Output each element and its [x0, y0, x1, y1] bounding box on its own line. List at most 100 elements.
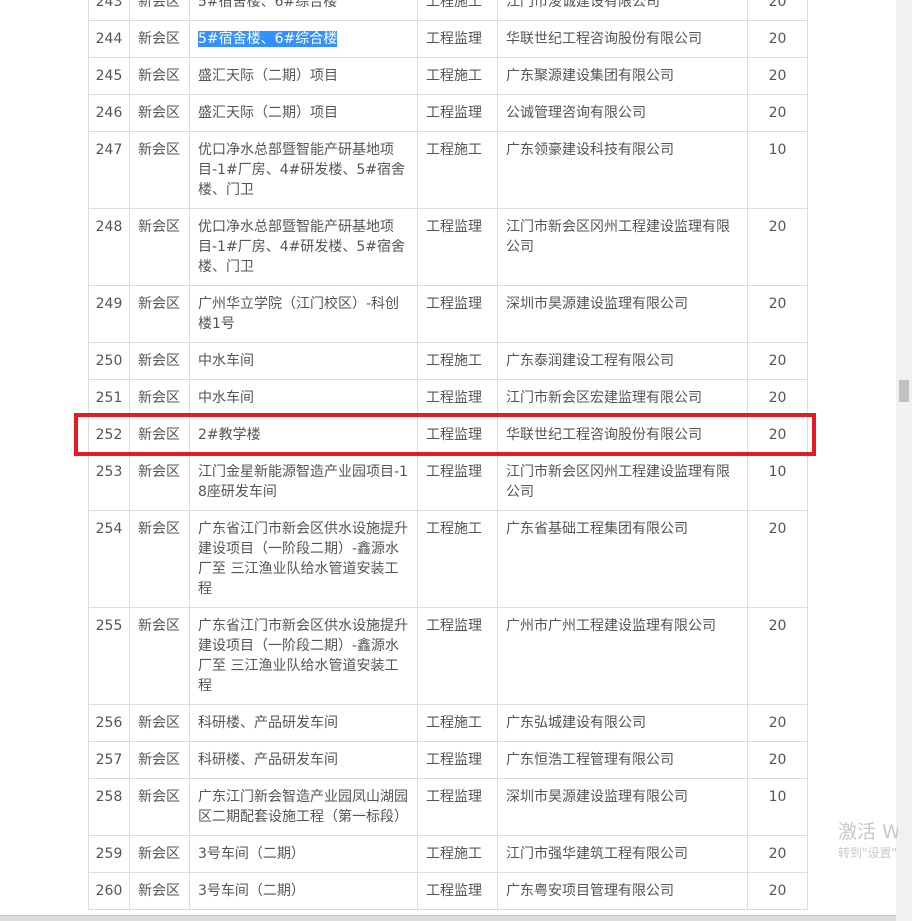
district-cell: 新会区 [129, 607, 190, 705]
score-cell: 20 [747, 342, 808, 380]
district-cell: 新会区 [129, 510, 190, 608]
table-row: 247 新会区 优口净水总部暨智能产研基地项目-1#厂房、4#研发楼、5#宿舍楼、门… [88, 131, 808, 209]
district-cell: 新会区 [129, 835, 190, 873]
row-number: 244 [88, 20, 130, 58]
table-row: 257 新会区 科研楼、产品研发车间 工程监理 广东恒浩工程管理有限公司 20 [88, 741, 808, 779]
project-name-cell: 江门金星新能源智造产业园项目-18座研发车间 [189, 453, 418, 511]
project-name-cell: 5#宿舍楼、6#综合楼 [189, 0, 418, 21]
company-cell: 广东省基础工程集团有限公司 [497, 510, 748, 608]
project-name-cell: 广东江门新会智造产业园凤山湖园区二期配套设施工程（第一标段） [189, 778, 418, 836]
table-row: 259 新会区 3号车间（二期） 工程施工 江门市强华建筑工程有限公司 20 [88, 835, 808, 873]
score-cell: 20 [747, 94, 808, 132]
district-cell: 新会区 [129, 342, 190, 380]
work-type-cell: 工程监理 [417, 208, 498, 286]
work-type-cell: 工程施工 [417, 0, 498, 21]
project-name-cell: 中水车间 [189, 342, 418, 380]
company-cell: 广州市广州工程建设监理有限公司 [497, 607, 748, 705]
company-cell: 广东恒浩工程管理有限公司 [497, 741, 748, 779]
project-name-cell: 3号车间（二期） [189, 835, 418, 873]
activate-windows-watermark: 激活 Windows 转到"设置"以激活 Windows。 [838, 820, 898, 862]
score-cell: 20 [747, 20, 808, 58]
table-row: 244 新会区 5#宿舍楼、6#综合楼 工程监理 华联世纪工程咨询股份有限公司 20 [88, 20, 808, 58]
table-row: 243 新会区 5#宿舍楼、6#综合楼 工程施工 江门市浚诚建设有限公司 20 [88, 0, 808, 21]
project-name-cell: 科研楼、产品研发车间 [189, 741, 418, 779]
work-type-cell: 工程监理 [417, 20, 498, 58]
company-cell: 深圳市昊源建设监理有限公司 [497, 285, 748, 343]
table-row: 246 新会区 盛汇天际（二期）项目 工程监理 公诚管理咨询有限公司 20 [88, 94, 808, 132]
district-cell: 新会区 [129, 94, 190, 132]
district-cell: 新会区 [129, 416, 190, 454]
district-cell: 新会区 [129, 379, 190, 417]
score-cell: 20 [747, 208, 808, 286]
page-viewport: 243 新会区 5#宿舍楼、6#综合楼 工程施工 江门市浚诚建设有限公司 20 244 新会区… [0, 0, 896, 921]
table-row: 248 新会区 优口净水总部暨智能产研基地项目-1#厂房、4#研发楼、5#宿舍楼、门… [88, 208, 808, 286]
score-cell: 10 [747, 778, 808, 836]
project-name-cell: 广州华立学院（江门校区）-科创楼1号 [189, 285, 418, 343]
row-number: 247 [88, 131, 130, 209]
score-cell: 20 [747, 510, 808, 608]
row-number: 253 [88, 453, 130, 511]
project-name-cell: 科研楼、产品研发车间 [189, 704, 418, 742]
work-type-cell: 工程施工 [417, 57, 498, 95]
row-number: 243 [88, 0, 130, 21]
work-type-cell: 工程监理 [417, 741, 498, 779]
work-type-cell: 工程监理 [417, 607, 498, 705]
work-type-cell: 工程监理 [417, 416, 498, 454]
district-cell: 新会区 [129, 872, 190, 910]
work-type-cell: 工程监理 [417, 453, 498, 511]
company-cell: 广东泰润建设工程有限公司 [497, 342, 748, 380]
score-cell: 10 [747, 453, 808, 511]
table-row: 258 新会区 广东江门新会智造产业园凤山湖园区二期配套设施工程（第一标段） 工程监理… [88, 778, 808, 836]
work-type-cell: 工程施工 [417, 835, 498, 873]
score-cell: 20 [747, 57, 808, 95]
selected-text: 5#宿舍楼、6#综合楼 [198, 31, 338, 47]
row-number: 254 [88, 510, 130, 608]
table-row: 253 新会区 江门金星新能源智造产业园项目-18座研发车间 工程监理 江门市新会区冈州… [88, 453, 808, 511]
company-cell: 江门市新会区宏建监理有限公司 [497, 379, 748, 417]
company-cell: 广东领豪建设科技有限公司 [497, 131, 748, 209]
score-cell: 20 [747, 379, 808, 417]
project-name-cell: 5#宿舍楼、6#综合楼 [189, 20, 418, 58]
score-cell: 20 [747, 285, 808, 343]
score-cell: 20 [747, 741, 808, 779]
scrollbar-thumb[interactable] [899, 380, 909, 402]
table-row: 249 新会区 广州华立学院（江门校区）-科创楼1号 工程监理 深圳市昊源建设监理有限公… [88, 285, 808, 343]
vertical-scrollbar[interactable] [896, 0, 912, 921]
table-row: 255 新会区 广东省江门市新会区供水设施提升建设项目（一阶段二期）-鑫源水厂至 三… [88, 607, 808, 705]
row-number: 249 [88, 285, 130, 343]
horizontal-scrollbar[interactable] [0, 915, 896, 921]
district-cell: 新会区 [129, 741, 190, 779]
row-number: 260 [88, 872, 130, 910]
work-type-cell: 工程施工 [417, 510, 498, 608]
watermark-subtitle: 转到"设置"以激活 Windows。 [838, 846, 898, 860]
project-name-cell: 广东省江门市新会区供水设施提升建设项目（一阶段二期）-鑫源水厂至 三江渔业队给水… [189, 607, 418, 705]
table-row: 250 新会区 中水车间 工程施工 广东泰润建设工程有限公司 20 [88, 342, 808, 380]
work-type-cell: 工程施工 [417, 704, 498, 742]
row-number: 256 [88, 704, 130, 742]
company-cell: 广东弘城建设有限公司 [497, 704, 748, 742]
project-name-cell: 中水车间 [189, 379, 418, 417]
row-number: 251 [88, 379, 130, 417]
project-name-cell: 3号车间（二期） [189, 872, 418, 910]
project-name-cell: 盛汇天际（二期）项目 [189, 94, 418, 132]
row-number: 257 [88, 741, 130, 779]
table-row: 252 新会区 2#教学楼 工程监理 华联世纪工程咨询股份有限公司 20 [88, 416, 808, 454]
score-cell: 20 [747, 0, 808, 21]
district-cell: 新会区 [129, 453, 190, 511]
score-cell: 20 [747, 872, 808, 910]
company-cell: 江门市浚诚建设有限公司 [497, 0, 748, 21]
score-cell: 20 [747, 835, 808, 873]
work-type-cell: 工程监理 [417, 778, 498, 836]
work-type-cell: 工程监理 [417, 94, 498, 132]
work-type-cell: 工程施工 [417, 131, 498, 209]
district-cell: 新会区 [129, 0, 190, 21]
company-cell: 江门市新会区冈州工程建设监理有限公司 [497, 453, 748, 511]
company-cell: 华联世纪工程咨询股份有限公司 [497, 20, 748, 58]
row-number: 248 [88, 208, 130, 286]
score-cell: 20 [747, 607, 808, 705]
work-type-cell: 工程监理 [417, 379, 498, 417]
project-name-cell: 盛汇天际（二期）项目 [189, 57, 418, 95]
score-cell: 10 [747, 131, 808, 209]
work-type-cell: 工程施工 [417, 342, 498, 380]
row-number: 258 [88, 778, 130, 836]
